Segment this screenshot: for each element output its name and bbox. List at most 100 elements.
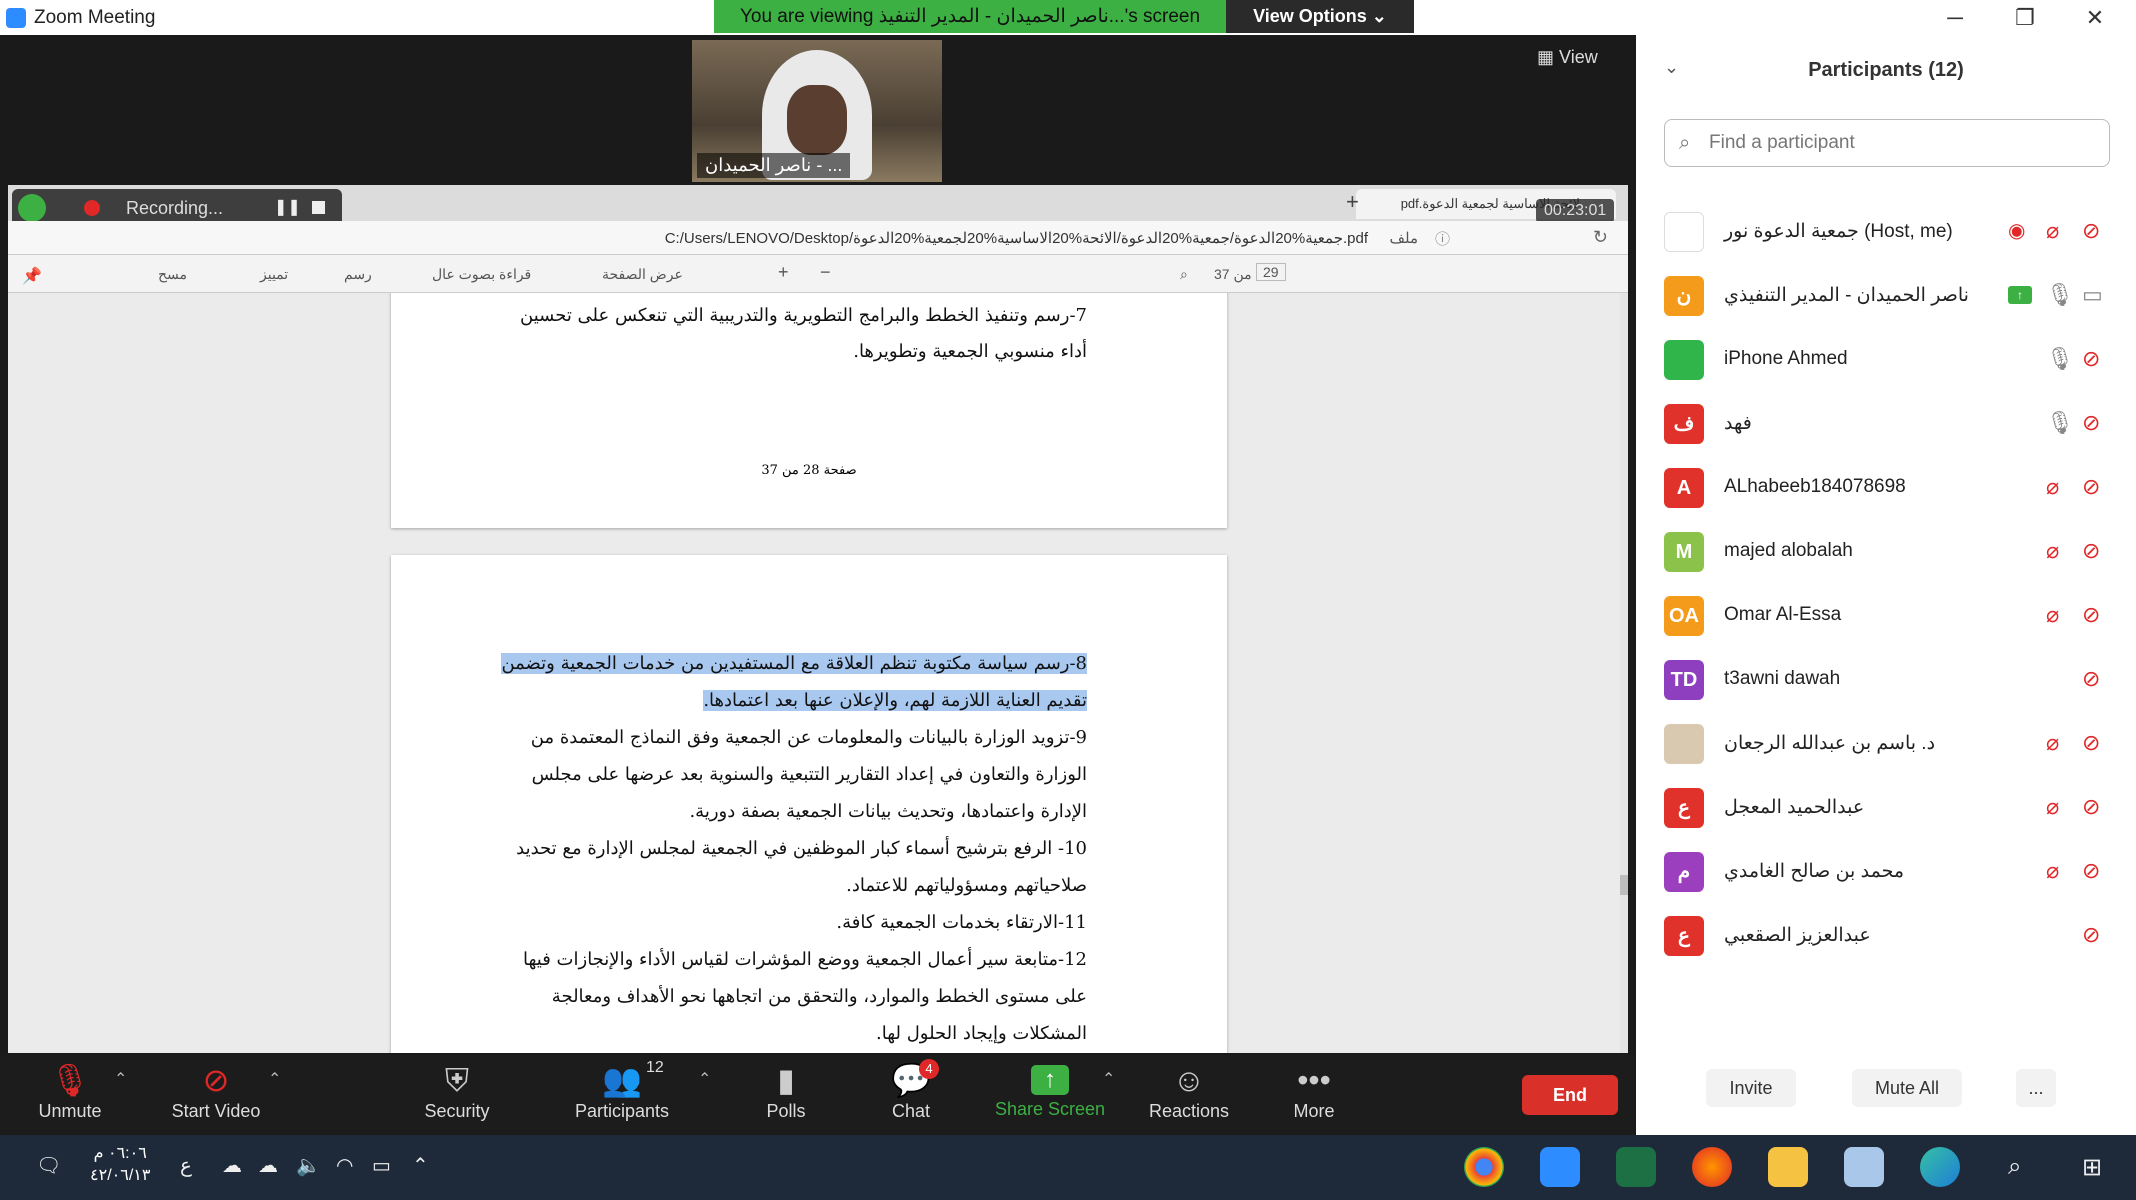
participant-row[interactable]: ع عبدالعزيز الصقعبي ⊘	[1636, 904, 2136, 968]
mic-icon[interactable]: 🎙	[2046, 282, 2074, 308]
search-icon[interactable]: ⌕	[1180, 266, 1188, 283]
participant-row[interactable]: OA Omar Al-Essa ⌀ ⊘	[1636, 584, 2136, 648]
pdf-scrollbar[interactable]	[1620, 293, 1628, 1053]
highlight-tool[interactable]: تمييز	[260, 266, 288, 283]
start-video-button[interactable]: ⊘ Start Video	[156, 1055, 276, 1135]
video-off-icon[interactable]: ⊘	[2082, 858, 2100, 884]
zoom-taskbar-icon[interactable]	[1540, 1147, 1580, 1187]
file-explorer-icon[interactable]	[1768, 1147, 1808, 1187]
meeting-stage: ناصر الحميدان - ... ▦ View لائحة الاساسي…	[0, 35, 1634, 1055]
pdf-viewport[interactable]: 7-رسم وتنفيذ الخطط والبرامج التطويرية وا…	[8, 293, 1620, 1053]
participant-row[interactable]: TD t3awni dawah ⊘	[1636, 648, 2136, 712]
participant-row[interactable]: م محمد بن صالح الغامدي ⌀ ⊘	[1636, 840, 2136, 904]
close-button[interactable]: ✕	[2060, 0, 2130, 35]
more-button[interactable]: ••• More	[1254, 1055, 1374, 1135]
erase-tool[interactable]: مسح	[158, 266, 187, 283]
mic-muted-icon[interactable]: ⌀	[2046, 474, 2059, 500]
video-off-icon[interactable]: ⊘	[2082, 218, 2100, 244]
participant-row[interactable]: جمعية الدعوة نور (Host, me) ◉ ⌀ ⊘	[1636, 200, 2136, 264]
pdf-scroll-thumb[interactable]	[1620, 875, 1628, 895]
mic-muted-icon[interactable]: ⌀	[2046, 538, 2059, 564]
view-button[interactable]: ▦ View	[1537, 47, 1598, 68]
zoom-in-icon[interactable]: +	[778, 262, 789, 283]
video-options-chevron-icon[interactable]: ⌃	[268, 1069, 281, 1089]
mic-icon[interactable]: 🎙	[2046, 410, 2074, 436]
video-off-icon[interactable]: ⊘	[2082, 602, 2100, 628]
mic-muted-icon[interactable]: ⌀	[2046, 794, 2059, 820]
mute-all-button[interactable]: Mute All	[1852, 1069, 1962, 1107]
video-icon[interactable]: ▭	[2082, 282, 2103, 308]
page-number-input[interactable]: 29	[1256, 263, 1286, 281]
video-off-icon[interactable]: ⊘	[2082, 474, 2100, 500]
document-icon[interactable]	[1844, 1147, 1884, 1187]
firefox-icon[interactable]	[1692, 1147, 1732, 1187]
video-off-icon[interactable]: ⊘	[2082, 346, 2100, 372]
minimize-button[interactable]: ─	[1920, 0, 1990, 35]
participant-row[interactable]: ع عبدالحميد المعجل ⌀ ⊘	[1636, 776, 2136, 840]
invite-button[interactable]: Invite	[1706, 1069, 1796, 1107]
chat-button[interactable]: 💬 4 Chat	[851, 1055, 971, 1135]
participant-row[interactable]: ن ناصر الحميدان - المدير التنفيذي ↑ 🎙 ▭	[1636, 264, 2136, 328]
share-options-chevron-icon[interactable]: ⌃	[1102, 1069, 1115, 1089]
language-indicator[interactable]: ع	[180, 1153, 192, 1178]
window-title: Zoom Meeting	[34, 7, 156, 28]
view-options-button[interactable]: View Options ⌄	[1226, 0, 1414, 33]
video-off-icon[interactable]: ⊘	[2082, 538, 2100, 564]
zoom-out-icon[interactable]: −	[820, 262, 831, 283]
participants-button[interactable]: 👥 12 Participants	[562, 1055, 682, 1135]
participant-row[interactable]: ف فهد 🎙 ⊘	[1636, 392, 2136, 456]
search-icon[interactable]: ⌕	[2008, 1153, 2021, 1181]
mic-muted-icon[interactable]: ⌀	[2046, 602, 2059, 628]
excel-icon[interactable]	[1616, 1147, 1656, 1187]
windows-start-icon[interactable]: ⊞	[2082, 1153, 2102, 1182]
mic-muted-icon[interactable]: ⌀	[2046, 730, 2059, 756]
file-path[interactable]: C:/Users/LENOVO/Desktop/جمعية%20الدعوة/ج…	[665, 229, 1368, 247]
video-off-icon[interactable]: ⊘	[2082, 730, 2100, 756]
edge-icon[interactable]	[1920, 1147, 1960, 1187]
video-off-icon[interactable]: ⊘	[2082, 922, 2100, 948]
maximize-button[interactable]: ❐	[1990, 0, 2060, 35]
reactions-button[interactable]: ☺ Reactions	[1129, 1055, 1249, 1135]
audio-options-chevron-icon[interactable]: ⌃	[114, 1069, 127, 1089]
video-off-icon[interactable]: ⊘	[2082, 794, 2100, 820]
grid-icon: ▦	[1537, 47, 1560, 67]
draw-tool[interactable]: رسم	[344, 266, 372, 283]
mic-icon[interactable]: 🎙	[2046, 346, 2074, 372]
participant-row[interactable]: iPhone Ahmed 🎙 ⊘	[1636, 328, 2136, 392]
battery-icon[interactable]: ▭	[372, 1153, 391, 1178]
chrome-icon[interactable]	[1464, 1147, 1504, 1187]
share-screen-button[interactable]: ↑ Share Screen	[990, 1055, 1110, 1135]
speaker-video-tile[interactable]: ناصر الحميدان - ...	[692, 40, 942, 182]
taskbar-clock[interactable]: ٠٦:٠٦ م ٤٢/٠٦/١٣	[90, 1143, 150, 1187]
find-placeholder: Find a participant	[1709, 132, 1855, 153]
recording-icon: ◉	[2008, 220, 2026, 242]
new-tab-icon[interactable]: +	[1346, 189, 1359, 215]
polls-button[interactable]: ▮ Polls	[726, 1055, 846, 1135]
participant-row[interactable]: A ALhabeeb184078698 ⌀ ⊘	[1636, 456, 2136, 520]
pin-icon[interactable]: 📌	[22, 266, 42, 286]
mic-muted-icon[interactable]: ⌀	[2046, 858, 2059, 884]
end-meeting-button[interactable]: End	[1522, 1075, 1618, 1115]
shared-screen[interactable]: لائحة الاساسية لجمعية الدعوة.pdf + Recor…	[8, 185, 1628, 1053]
notifications-icon[interactable]: 🗨	[36, 1153, 61, 1178]
stop-recording-button[interactable]	[312, 201, 325, 214]
read-aloud-tool[interactable]: قراءة بصوت عال	[432, 266, 531, 283]
mic-muted-icon[interactable]: ⌀	[2046, 218, 2059, 244]
video-off-icon[interactable]: ⊘	[2082, 666, 2100, 692]
participant-row[interactable]: د. باسم بن عبدالله الرجعان ⌀ ⊘	[1636, 712, 2136, 776]
speaker-icon[interactable]: 🔈	[296, 1153, 321, 1178]
find-participant-input[interactable]: ⌕ Find a participant	[1664, 119, 2110, 167]
more-options-button[interactable]: ...	[2016, 1069, 2056, 1107]
chevron-up-icon[interactable]: ⌃	[412, 1153, 429, 1178]
video-off-icon[interactable]: ⊘	[2082, 410, 2100, 436]
pause-recording-button[interactable]: ❚❚	[274, 197, 301, 219]
security-button[interactable]: ⛨ Security	[397, 1055, 517, 1135]
participants-panel: ⌄ Participants (12) ⌕ Find a participant…	[1636, 35, 2136, 1135]
wifi-icon[interactable]: ◠	[336, 1153, 353, 1178]
participant-name: د. باسم بن عبدالله الرجعان	[1724, 733, 1936, 754]
participants-chevron-icon[interactable]: ⌃	[698, 1069, 711, 1089]
page-view-tool[interactable]: عرض الصفحة	[602, 266, 683, 283]
unmute-button[interactable]: 🎙 Unmute	[10, 1055, 130, 1135]
reload-icon[interactable]: ↻	[1593, 227, 1608, 248]
participant-row[interactable]: Mmajed alobalah ⌀ ⊘	[1636, 520, 2136, 584]
